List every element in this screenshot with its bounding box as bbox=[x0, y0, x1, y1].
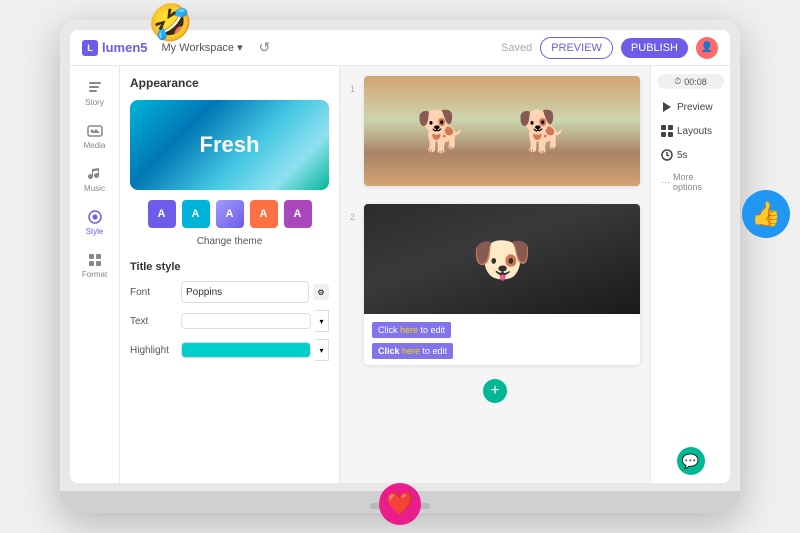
more-options-label: More options bbox=[673, 172, 720, 192]
slide-2-card: Click here to edit Click here to edit bbox=[364, 204, 640, 365]
laptop-screen: L lumen5 My Workspace ▾ ↺ Saved PREVIEW … bbox=[70, 30, 730, 483]
emoji-laugh: 🤣 bbox=[148, 2, 193, 44]
slide-2-number: 2 bbox=[350, 204, 358, 222]
publish-button[interactable]: PUBLISH bbox=[621, 38, 688, 58]
swatch-4[interactable]: A bbox=[250, 200, 278, 228]
sidebar-item-media[interactable]: Media bbox=[74, 117, 116, 156]
saved-label: Saved bbox=[501, 42, 532, 54]
slide-2-image bbox=[364, 204, 640, 314]
chevron-down-icon: ▾ bbox=[237, 41, 243, 54]
logo-text: lumen5 bbox=[102, 40, 148, 55]
swatch-3[interactable]: A bbox=[216, 200, 244, 228]
sidebar-item-music[interactable]: Music bbox=[74, 160, 116, 199]
title-style-section: Title style bbox=[130, 261, 329, 273]
highlight-field-row: Highlight ▾ bbox=[130, 339, 329, 361]
sidebar-music-label: Music bbox=[84, 184, 105, 193]
canvas-area: 1 2 bbox=[340, 66, 650, 483]
more-options-dots: ··· bbox=[661, 177, 670, 187]
preview-action[interactable]: Preview bbox=[657, 97, 724, 117]
slide-1-number: 1 bbox=[350, 76, 358, 94]
swatch-5[interactable]: A bbox=[284, 200, 312, 228]
font-label: Font bbox=[130, 287, 175, 298]
slides-container: 1 2 bbox=[350, 76, 640, 375]
slide-1 bbox=[364, 76, 640, 196]
layouts-action-label: Layouts bbox=[677, 126, 712, 137]
sidebar-item-format[interactable]: Format bbox=[74, 246, 116, 285]
font-control: Poppins ⚙ bbox=[181, 281, 329, 303]
right-panel: ⏱ 00:08 Preview bbox=[650, 66, 730, 483]
highlight-label: Highlight bbox=[130, 345, 175, 356]
font-select[interactable]: Poppins bbox=[181, 281, 309, 303]
here-highlight-1: here bbox=[400, 325, 418, 335]
logo-icon: L bbox=[82, 40, 98, 56]
logo: L lumen5 bbox=[82, 40, 148, 56]
preview-button[interactable]: PREVIEW bbox=[540, 37, 613, 59]
highlight-control: ▾ bbox=[181, 339, 329, 361]
app-body: Story Media Music Style bbox=[70, 66, 730, 483]
text-label: Text bbox=[130, 316, 175, 327]
here-highlight-2: here bbox=[402, 346, 420, 356]
slide-1-image bbox=[364, 76, 640, 186]
header-right: Saved PREVIEW PUBLISH 👤 bbox=[501, 37, 718, 59]
sidebar-format-label: Format bbox=[82, 270, 107, 279]
timer-icon: ⏱ bbox=[674, 76, 681, 87]
slide-2: Click here to edit Click here to edit bbox=[364, 204, 640, 375]
text-color-dropdown[interactable]: ▾ bbox=[315, 310, 329, 332]
text-control: ▾ bbox=[181, 310, 329, 332]
font-settings-icon[interactable]: ⚙ bbox=[313, 284, 329, 300]
edit-text-1[interactable]: Click here to edit bbox=[372, 322, 451, 338]
add-slide-button[interactable]: + bbox=[483, 379, 507, 403]
laptop: L lumen5 My Workspace ▾ ↺ Saved PREVIEW … bbox=[60, 20, 740, 513]
duration-action-label: 5s bbox=[677, 150, 688, 161]
font-field-row: Font Poppins ⚙ bbox=[130, 281, 329, 303]
sidebar-icons: Story Media Music Style bbox=[70, 66, 120, 483]
highlight-color-dropdown[interactable]: ▾ bbox=[315, 339, 329, 361]
timer-value: 00:08 bbox=[684, 77, 707, 87]
chat-button[interactable]: 💬 bbox=[677, 447, 705, 475]
appearance-panel: Appearance Fresh A A A A A Change theme bbox=[120, 66, 340, 483]
theme-swatches: A A A A A bbox=[130, 200, 329, 228]
scene: 🤣 👍 ❤️ L lumen5 My Workspace ▾ ↺ Saved P… bbox=[0, 0, 800, 533]
theme-preview: Fresh bbox=[130, 100, 329, 190]
theme-name: Fresh bbox=[200, 132, 260, 158]
sidebar-item-style[interactable]: Style bbox=[74, 203, 116, 242]
text-field-row: Text ▾ bbox=[130, 310, 329, 332]
swatch-2[interactable]: A bbox=[182, 200, 210, 228]
swatch-1[interactable]: A bbox=[148, 200, 176, 228]
slide-2-overlay: Click here to edit Click here to edit bbox=[364, 314, 640, 365]
sidebar-media-label: Media bbox=[84, 141, 106, 150]
slide-1-card bbox=[364, 76, 640, 186]
preview-action-label: Preview bbox=[677, 102, 713, 113]
edit-text-2[interactable]: Click here to edit bbox=[372, 343, 453, 359]
sidebar-style-label: Style bbox=[86, 227, 104, 236]
avatar: 👤 bbox=[696, 37, 718, 59]
emoji-heart: ❤️ bbox=[379, 483, 421, 525]
more-options-action[interactable]: ··· More options bbox=[657, 169, 724, 195]
slide-row-2: 2 Click here to edit Cl bbox=[350, 204, 640, 375]
undo-button[interactable]: ↺ bbox=[259, 39, 271, 56]
timer-badge: ⏱ 00:08 bbox=[657, 74, 724, 89]
emoji-thumbsup: 👍 bbox=[742, 190, 790, 238]
sidebar-story-label: Story bbox=[85, 98, 104, 107]
slide-row-1: 1 bbox=[350, 76, 640, 196]
sidebar-item-story[interactable]: Story bbox=[74, 74, 116, 113]
text-color-bar[interactable] bbox=[181, 313, 311, 329]
duration-action[interactable]: 5s bbox=[657, 145, 724, 165]
highlight-color-bar[interactable] bbox=[181, 342, 311, 358]
layouts-action[interactable]: Layouts bbox=[657, 121, 724, 141]
panel-title: Appearance bbox=[130, 76, 329, 90]
change-theme-button[interactable]: Change theme bbox=[130, 236, 329, 247]
